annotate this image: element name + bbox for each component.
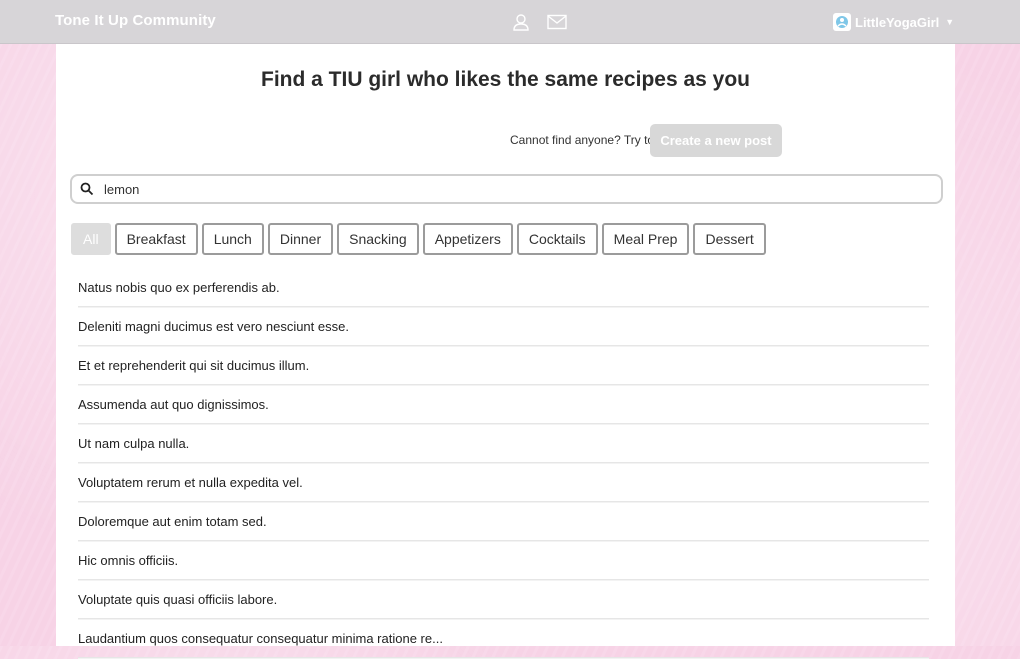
no-results-helper-text: Cannot find anyone? Try to: xyxy=(510,133,658,147)
list-item[interactable]: Natus nobis quo ex perferendis ab. xyxy=(78,269,929,307)
main-content: Find a TIU girl who likes the same recip… xyxy=(56,44,955,658)
filter-dinner[interactable]: Dinner xyxy=(267,223,334,255)
chevron-down-icon: ▼ xyxy=(945,17,955,27)
category-filters: All Breakfast Lunch Dinner Snacking Appe… xyxy=(71,223,766,255)
list-item[interactable]: Doloremque aut enim totam sed. xyxy=(78,503,929,541)
list-item[interactable]: Assumenda aut quo dignissimos. xyxy=(78,386,929,424)
create-new-post-button[interactable]: Create a new post xyxy=(650,124,782,157)
filter-appetizers[interactable]: Appetizers xyxy=(422,223,513,255)
yoga-avatar-icon xyxy=(836,16,848,28)
filter-dessert[interactable]: Dessert xyxy=(693,223,766,255)
list-item[interactable]: Deleniti magni ducimus est vero nesciunt… xyxy=(78,308,929,346)
filter-cocktails[interactable]: Cocktails xyxy=(516,223,598,255)
filter-meal-prep[interactable]: Meal Prep xyxy=(601,223,690,255)
search-icon xyxy=(80,182,94,196)
user-menu[interactable]: LittleYogaGirl ▼ xyxy=(833,13,954,31)
results-list: Natus nobis quo ex perferendis ab. Delen… xyxy=(78,269,929,659)
user-name: LittleYogaGirl xyxy=(855,14,940,30)
list-item[interactable]: Voluptatem rerum et nulla expedita vel. xyxy=(78,464,929,502)
top-navbar: Tone It Up Community LittleYogaGirl ▼ xyxy=(0,0,1020,44)
filter-all[interactable]: All xyxy=(71,223,111,255)
page-title: Find a TIU girl who likes the same recip… xyxy=(261,68,750,91)
profile-button[interactable] xyxy=(511,12,531,32)
filter-breakfast[interactable]: Breakfast xyxy=(114,223,198,255)
list-item[interactable]: Hic omnis officiis. xyxy=(78,542,929,580)
search-input[interactable] xyxy=(102,180,926,198)
filter-lunch[interactable]: Lunch xyxy=(201,223,264,255)
top-icon-group xyxy=(511,12,567,32)
search-bar xyxy=(70,174,943,204)
list-item[interactable]: Voluptate quis quasi officiis labore. xyxy=(78,581,929,619)
mail-icon xyxy=(547,14,567,30)
list-item[interactable]: Laudantium quos consequatur consequatur … xyxy=(78,620,929,658)
user-icon xyxy=(513,14,529,31)
brand-logo-text[interactable]: Tone It Up Community xyxy=(55,12,216,29)
list-item[interactable]: Ut nam culpa nulla. xyxy=(78,425,929,463)
list-item[interactable]: Et et reprehenderit qui sit ducimus illu… xyxy=(78,347,929,385)
messages-button[interactable] xyxy=(547,12,567,32)
filter-snacking[interactable]: Snacking xyxy=(337,223,419,255)
avatar xyxy=(833,13,851,31)
